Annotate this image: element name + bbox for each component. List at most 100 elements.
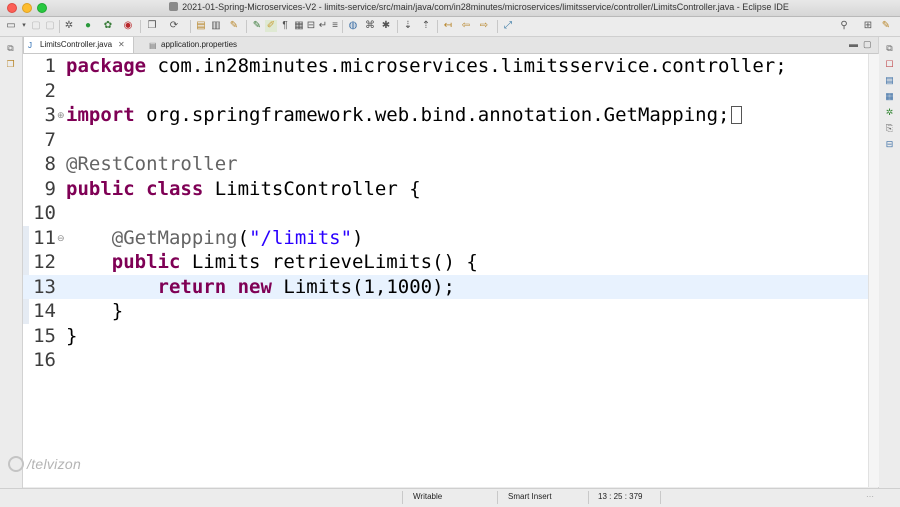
search-tool-icon[interactable]: ✎ <box>228 20 240 32</box>
code-line[interactable]: 15} <box>23 324 868 349</box>
code-token: class <box>146 177 204 200</box>
annotation-nav-icon[interactable]: ⇣ <box>402 20 414 32</box>
tab-application-properties[interactable]: ▤ application.properties <box>145 37 245 53</box>
minimize-icon[interactable]: ▬ <box>849 39 858 49</box>
code-token: import <box>66 104 135 126</box>
title-bar: 2021-01-Spring-Microservices-V2 - limits… <box>0 0 900 17</box>
show-whitespace-icon[interactable]: ⊟ <box>305 20 317 32</box>
watermark: /telvizon <box>8 456 81 472</box>
prev-annotation-icon[interactable]: ⇡ <box>420 20 432 32</box>
search-icon[interactable]: ⚲ <box>838 20 850 32</box>
code-token: public <box>111 251 181 273</box>
code-line[interactable]: 9 public class LimitsController { <box>23 177 868 202</box>
maximize-icon[interactable]: ▢ <box>863 39 872 50</box>
line-number: 8 <box>44 153 56 175</box>
code-text: } <box>66 324 77 349</box>
code-line[interactable]: 14 } <box>23 299 868 324</box>
code-token: public <box>66 177 135 200</box>
tab-limitscontroller[interactable]: J LimitsController.java ✕ <box>23 37 134 53</box>
code-line[interactable]: 16 <box>23 348 868 373</box>
new-dropdown-icon[interactable]: ▾ <box>18 20 30 32</box>
save-icon[interactable]: ▢ <box>30 20 42 32</box>
block-selection-icon[interactable]: ▦ <box>293 20 305 32</box>
line-number: 7 <box>44 128 56 151</box>
vertical-scrollbar[interactable] <box>868 54 879 487</box>
progress-icon[interactable]: ⎘ <box>884 123 895 134</box>
code-line[interactable]: 2 <box>23 79 868 104</box>
close-icon[interactable]: ✕ <box>118 40 125 49</box>
line-number: 14 <box>33 300 56 322</box>
window-title-text: 2021-01-Spring-Microservices-V2 - limits… <box>182 2 789 12</box>
code-token: "/limits" <box>249 226 353 249</box>
line-number: 1 <box>44 55 56 77</box>
properties-file-icon: ▤ <box>149 41 157 50</box>
zoom-window-button[interactable] <box>37 3 47 13</box>
open-task-icon[interactable]: ▥ <box>210 20 222 32</box>
status-bar: Writable Smart Insert 13 : 25 : 379 ⋯ <box>0 488 900 507</box>
close-window-button[interactable] <box>7 3 17 13</box>
forward-icon[interactable]: ⇨ <box>478 20 490 32</box>
code-text: import org.springframework.web.bind.anno… <box>66 103 743 128</box>
code-line[interactable]: 7 <box>23 128 868 153</box>
toggle-highlight-icon[interactable]: ✐ <box>265 20 277 32</box>
new-package-icon[interactable]: ⟳ <box>168 20 180 32</box>
code-token: ( <box>237 226 250 249</box>
new-java-project-icon[interactable]: ❐ <box>146 20 158 32</box>
code-line[interactable]: 1 package com.in28minutes.microservices.l… <box>23 54 868 79</box>
code-text: public Limits retrieveLimits() { <box>66 250 478 275</box>
line-number: 10 <box>33 202 56 224</box>
open-perspective-icon[interactable]: ⊞ <box>862 20 874 32</box>
open-type-icon[interactable]: ▤ <box>195 20 207 32</box>
tab-label: application.properties <box>161 40 238 49</box>
last-edit-location-icon[interactable]: ↤ <box>442 20 454 32</box>
java-perspective-icon[interactable]: ✎ <box>880 20 892 32</box>
code-line[interactable]: 10 <box>23 201 868 226</box>
code-line[interactable]: 12 public Limits retrieveLimits() { <box>23 250 868 275</box>
code-line[interactable]: 3 ⊕ import org.springframework.web.bind.an… <box>23 103 868 128</box>
code-line[interactable]: 8 @RestController <box>23 152 868 177</box>
line-number: 11 <box>33 226 56 249</box>
code-line[interactable]: 11 ⊖ @GetMapping("/limits") <box>23 226 868 251</box>
toggle-whitespace-icon[interactable]: ¶ <box>279 20 291 32</box>
back-icon[interactable]: ⇦ <box>460 20 472 32</box>
run-icon[interactable]: ● <box>82 20 94 32</box>
restore-icon[interactable]: ⧉ <box>5 43 16 54</box>
code-editor[interactable]: 1 package com.in28minutes.microservices.l… <box>23 54 868 487</box>
restore-icon-right[interactable]: ⧉ <box>884 43 895 54</box>
tab-label: LimitsController.java <box>40 40 113 49</box>
code-token: org.springframework.web.bind.annotation.… <box>134 104 730 126</box>
code-token: new <box>237 275 272 298</box>
word-wrap-icon[interactable]: ↵ <box>317 20 329 32</box>
fold-toggle-icon[interactable]: ⊖ <box>57 226 65 251</box>
format-icon[interactable]: ≡ <box>329 20 341 32</box>
line-number: 9 <box>44 177 56 200</box>
pin-editor-icon[interactable]: ⤢ <box>502 20 514 32</box>
code-line[interactable]: 13 return new Limits(1,1000); <box>23 274 868 299</box>
watermark-logo-icon <box>8 456 24 472</box>
package-explorer-icon[interactable]: ❐ <box>5 59 16 70</box>
window-title: 2021-01-Spring-Microservices-V2 - limits… <box>58 2 900 12</box>
toggle-mark-icon[interactable]: ✎ <box>251 20 263 32</box>
ant-icon[interactable]: ⌘ <box>364 20 376 32</box>
console-icon[interactable]: ✲ <box>884 107 895 118</box>
tasks-icon[interactable]: ☐ <box>884 59 895 70</box>
problems-icon[interactable]: ▦ <box>884 91 895 102</box>
right-trim-bar: ⧉ ☐ ▤ ▦ ✲ ⎘ ⊟ <box>878 37 900 488</box>
java-file-icon <box>169 2 179 11</box>
outline-icon[interactable]: ▤ <box>884 75 895 86</box>
debug-settings-icon[interactable]: ✲ <box>63 20 75 32</box>
debug-icon[interactable]: ✿ <box>102 20 114 32</box>
status-menu-icon[interactable]: ⋯ <box>866 492 874 501</box>
web-browser-icon[interactable]: ◍ <box>347 20 359 32</box>
search-icon-2[interactable]: ✱ <box>380 20 392 32</box>
fold-toggle-icon[interactable]: ⊕ <box>57 103 65 128</box>
code-token: } <box>66 300 124 322</box>
code-text: public class LimitsController { <box>66 177 421 202</box>
minimize-window-button[interactable] <box>22 3 32 13</box>
servers-icon[interactable]: ⊟ <box>884 139 895 150</box>
save-all-icon[interactable]: ▢ <box>44 20 56 32</box>
external-tools-icon[interactable]: ◉ <box>122 20 134 32</box>
new-icon[interactable]: ▭ <box>5 20 17 32</box>
